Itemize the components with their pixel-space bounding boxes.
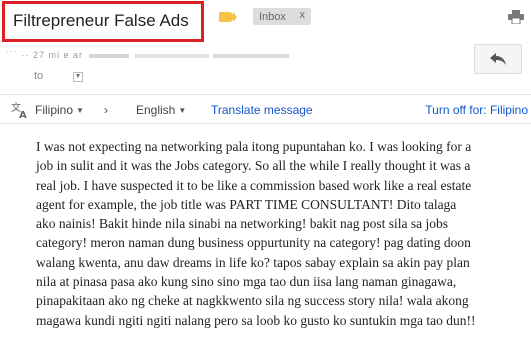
target-language-dropdown[interactable]: English ▼ xyxy=(136,103,186,117)
subject-highlight-box: Filtrepreneur False Ads xyxy=(2,1,204,42)
source-language-label: Filipino xyxy=(35,103,74,117)
chevron-down-icon: ▼ xyxy=(178,106,187,115)
email-subject: Filtrepreneur False Ads xyxy=(13,11,189,30)
sender-fragment: ˙˙˙ ·· 27 mi e ar xyxy=(6,50,84,60)
recipient-label: to xyxy=(34,70,44,82)
translate-message-link[interactable]: Translate message xyxy=(211,103,313,117)
body-line: job in sulit and it was the Jobs categor… xyxy=(36,158,471,174)
inbox-label-chip[interactable]: Inbox x xyxy=(253,8,311,25)
svg-text:A: A xyxy=(19,110,27,119)
translate-bar: 文 A Filipino ▼ › English ▼ Translate messa… xyxy=(0,94,531,124)
body-line: I was not expecting na networking pala i… xyxy=(36,139,472,154)
remove-label-button[interactable]: x xyxy=(300,9,306,21)
reply-arrow-icon xyxy=(490,53,506,65)
inbox-label-text: Inbox xyxy=(259,10,286,23)
body-line: magawa kundi ngiti ngiti nalang pero sa … xyxy=(36,312,476,328)
body-line: category! meron naman dung business oppu… xyxy=(36,235,471,251)
chevron-down-icon: ▼ xyxy=(76,106,84,115)
body-line: nila at pinasa pasa ako kung sino sino m… xyxy=(36,274,457,290)
body-line: ako nainis! Bakit hinde nila sinabi na n… xyxy=(36,216,449,232)
recipient-details-chevron-down-icon[interactable]: ▼ xyxy=(73,72,83,82)
turn-off-translation-link[interactable]: Turn off for: Filipino xyxy=(425,103,528,117)
sender-info[interactable]: ˙˙˙ ·· 27 mi e ar xyxy=(6,50,446,60)
translate-icon: 文 A xyxy=(11,101,27,119)
print-icon[interactable] xyxy=(508,10,524,24)
target-language-label: English xyxy=(136,103,176,117)
body-line: walang kwenta, anu daw dreams in life ko… xyxy=(36,254,470,270)
label-tag-icon[interactable] xyxy=(219,12,237,22)
email-body: I was not expecting na networking pala i… xyxy=(36,137,531,330)
body-line: pinapakitaan ako ng cheke at nagkkwento … xyxy=(36,293,469,309)
body-line: agent for example, the job title was PAR… xyxy=(36,196,457,212)
body-line: real job. I have suspected it to be like… xyxy=(36,177,472,193)
language-arrow-icon: › xyxy=(104,103,108,117)
redacted-sender xyxy=(89,53,290,58)
source-language-dropdown[interactable]: Filipino ▼ xyxy=(35,103,84,117)
reply-button[interactable] xyxy=(474,44,522,74)
